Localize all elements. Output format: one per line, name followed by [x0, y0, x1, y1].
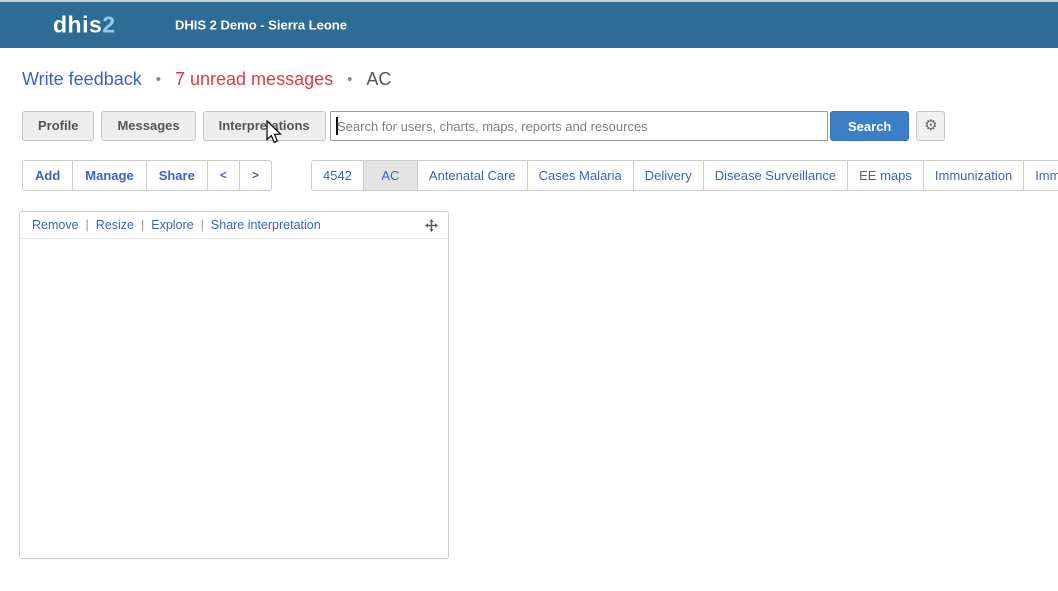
tab-ee-maps[interactable]: EE maps — [848, 160, 924, 191]
gear-button[interactable]: ⚙ — [916, 111, 945, 141]
search-button[interactable]: Search — [830, 111, 909, 141]
app-header: dhis2 DHIS 2 Demo - Sierra Leone — [0, 2, 1058, 48]
widget-link-separator: | — [86, 218, 89, 232]
tab-disease-surveillance[interactable]: Disease Surveillance — [704, 160, 848, 191]
widget-link-separator: | — [201, 218, 204, 232]
text-caret — [336, 117, 338, 135]
separator-bullet: • — [347, 71, 352, 88]
logo-text-accent: 2 — [102, 12, 115, 38]
dashboard-tab-strip: 4542 AC Antenatal Care Cases Malaria Del… — [311, 160, 1058, 191]
unread-messages-link[interactable]: 7 unread messages — [175, 69, 333, 90]
tab-cases-malaria[interactable]: Cases Malaria — [528, 160, 634, 191]
manage-dashboard-button[interactable]: Manage — [73, 160, 146, 191]
dashboard-action-group: Add Manage Share < > — [22, 160, 272, 191]
widget-link-separator: | — [141, 218, 144, 232]
tab-antenatal-care[interactable]: Antenatal Care — [418, 160, 528, 191]
dashboard-widget: Remove | Resize | Explore | Share interp… — [19, 211, 449, 559]
current-user-label: AC — [366, 69, 391, 90]
interpretations-button[interactable]: Interpretations — [203, 111, 326, 141]
tab-ac-active[interactable]: AC — [364, 160, 418, 191]
tab-immu-truncated[interactable]: Immu — [1024, 160, 1058, 191]
logo-text-main: dhis — [53, 12, 102, 38]
scroll-tabs-left-button[interactable]: < — [208, 160, 240, 191]
separator-bullet: • — [156, 71, 161, 88]
dhis2-logo[interactable]: dhis2 — [53, 12, 116, 39]
toolbar-row: Profile Messages Interpretations Search … — [0, 111, 1058, 141]
scroll-tabs-right-button[interactable]: > — [240, 160, 272, 191]
profile-button[interactable]: Profile — [22, 111, 94, 141]
app-title: DHIS 2 Demo - Sierra Leone — [175, 18, 347, 33]
feedback-bar: Write feedback • 7 unread messages • AC — [22, 69, 391, 90]
gear-icon: ⚙ — [924, 117, 937, 134]
move-icon[interactable] — [425, 219, 438, 232]
search-group: Search ⚙ — [330, 111, 945, 141]
tab-immunization[interactable]: Immunization — [924, 160, 1024, 191]
dhis2-dashboard-page: { "header": { "logo_main": "dhis", "logo… — [0, 0, 1058, 591]
tab-delivery[interactable]: Delivery — [634, 160, 704, 191]
tab-4542[interactable]: 4542 — [311, 160, 364, 191]
widget-remove-link[interactable]: Remove — [32, 218, 79, 232]
write-feedback-link[interactable]: Write feedback — [22, 69, 142, 90]
add-dashboard-button[interactable]: Add — [22, 160, 73, 191]
widget-header: Remove | Resize | Explore | Share interp… — [20, 212, 448, 239]
share-dashboard-button[interactable]: Share — [147, 160, 208, 191]
messages-button[interactable]: Messages — [101, 111, 195, 141]
widget-content-empty — [20, 239, 448, 558]
widget-explore-link[interactable]: Explore — [151, 218, 193, 232]
widget-share-interpretation-link[interactable]: Share interpretation — [211, 218, 321, 232]
profile-button-group: Profile Messages Interpretations — [22, 111, 326, 141]
search-input[interactable] — [330, 111, 828, 141]
dashboard-bar: Add Manage Share < > 4542 AC Antenatal C… — [0, 160, 1058, 191]
widget-resize-link[interactable]: Resize — [96, 218, 134, 232]
